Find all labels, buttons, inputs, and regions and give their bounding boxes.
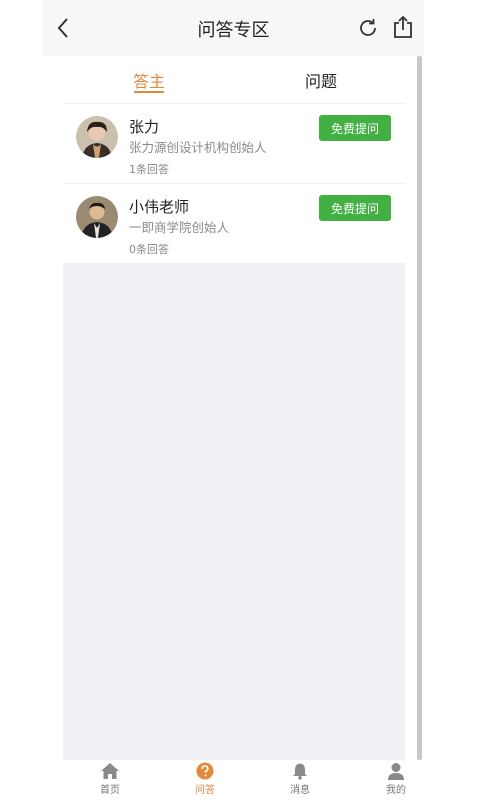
avatar[interactable] [76,116,118,158]
empty-content-area [63,264,405,760]
free-ask-button[interactable]: 免费提问 [319,195,391,221]
answer-count: 0条回答 [129,243,169,256]
bottom-tab-bar: 首页 问答 消息 我的 [43,760,480,800]
tab-bar: 答主 问题 [63,56,405,104]
answerer-bio: 一即商学院创始人 [129,220,230,235]
bottom-tab-label: 消息 [290,785,310,796]
tab-questions[interactable]: 问题 [305,68,337,92]
free-ask-button[interactable]: 免费提问 [319,115,391,141]
refresh-icon[interactable] [356,16,380,40]
share-icon[interactable] [391,14,415,40]
bottom-tab-messages[interactable]: 消息 [270,762,330,796]
home-icon [101,763,119,779]
bottom-tab-label: 我的 [386,785,406,796]
user-icon [388,763,404,780]
tab-answerers[interactable]: 答主 [133,68,165,92]
bottom-tab-label: 问答 [195,785,215,796]
answer-count: 1条回答 [129,163,169,176]
answerer-bio: 张力源创设计机构创始人 [129,140,267,155]
bottom-tab-qa[interactable]: 问答 [175,762,235,796]
bottom-tab-mine[interactable]: 我的 [366,762,426,796]
navigation-bar: 问答专区 [43,0,424,56]
answerer-list: 张力 张力源创设计机构创始人 1条回答 免费提问 小伟老师 一即商学院创始人 0… [63,104,405,264]
avatar[interactable] [76,196,118,238]
scrollbar[interactable] [417,56,422,760]
answerer-name: 张力 [129,118,160,136]
bell-icon [293,763,307,780]
bottom-tab-label: 首页 [100,785,120,796]
list-item[interactable]: 张力 张力源创设计机构创始人 1条回答 免费提问 [63,104,405,184]
list-item[interactable]: 小伟老师 一即商学院创始人 0条回答 免费提问 [63,184,405,264]
answerer-name: 小伟老师 [129,198,190,216]
tab-active-indicator [134,91,164,93]
question-icon [196,762,214,780]
bottom-tab-home[interactable]: 首页 [80,762,140,796]
